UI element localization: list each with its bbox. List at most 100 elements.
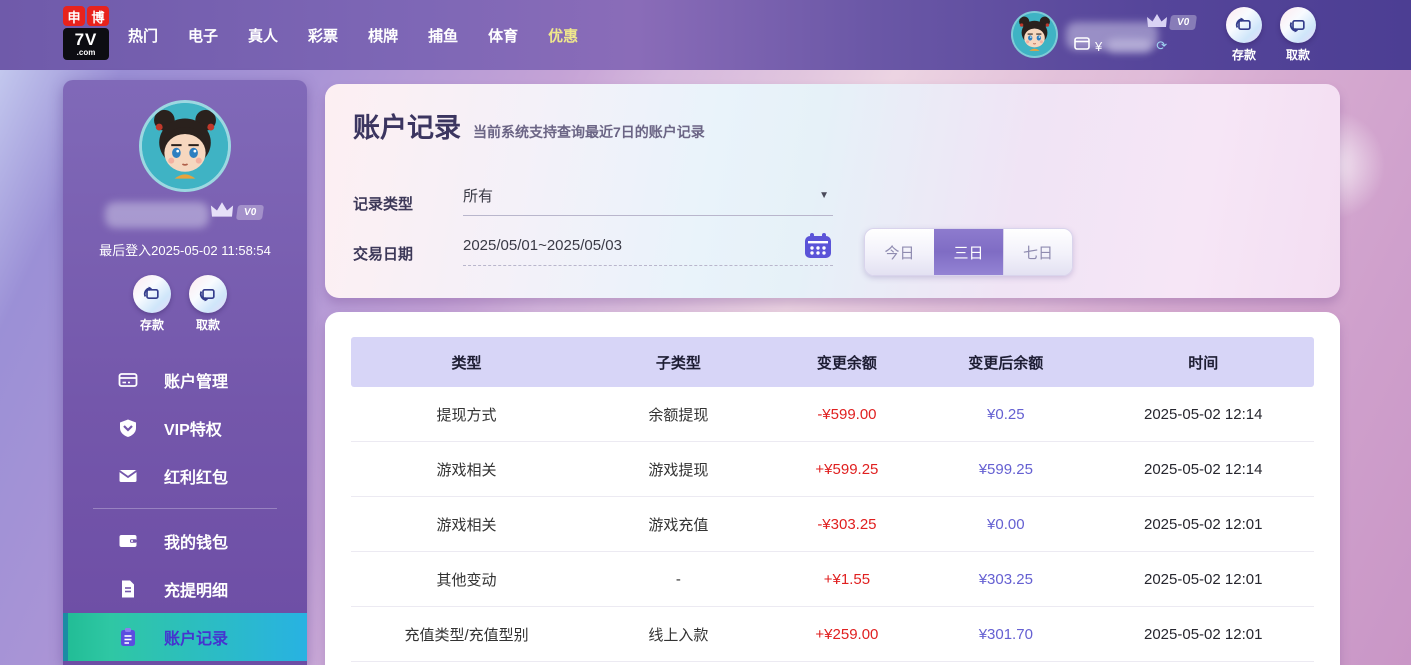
- chevron-down-icon[interactable]: ▼: [819, 190, 829, 201]
- wallet-icon: [118, 531, 138, 551]
- sidebar-divider: [93, 508, 277, 509]
- deposit-button[interactable]: 存款: [133, 275, 171, 333]
- logo-tld: .com: [63, 49, 109, 57]
- table-row: 充值类型/充值型别线上入款+¥259.00¥301.702025-05-02 1…: [351, 607, 1314, 662]
- clipboard-icon: [118, 627, 138, 647]
- cell-type: 游戏相关: [351, 459, 582, 480]
- table-body: 提现方式余额提现-¥599.00¥0.252025-05-02 12:14游戏相…: [351, 387, 1314, 662]
- sidebar-item-deposit-withdraw-details[interactable]: 充提明细: [63, 565, 307, 613]
- cell-subtype: 游戏提现: [582, 459, 775, 480]
- wallet-icon: [1074, 37, 1090, 55]
- date-range-label: 交易日期: [353, 243, 413, 264]
- record-type-value: 所有: [463, 185, 819, 206]
- cell-subtype: 余额提现: [582, 404, 775, 425]
- withdraw-label: 取款: [196, 316, 220, 333]
- table-row: 游戏相关游戏提现+¥599.25¥599.252025-05-02 12:14: [351, 442, 1314, 497]
- cell-type: 提现方式: [351, 404, 582, 425]
- sidebar-item-account-management[interactable]: 账户管理: [63, 356, 307, 404]
- cell-time: 2025-05-02 12:14: [1092, 461, 1313, 478]
- column-header: 子类型: [582, 352, 775, 373]
- page-subtitle: 当前系统支持查询最近7日的账户记录: [473, 122, 705, 142]
- record-type-select[interactable]: 所有 ▼: [463, 176, 833, 216]
- cell-balance-after: ¥301.70: [919, 626, 1092, 643]
- cell-type: 其他变动: [351, 569, 582, 590]
- date-range-value: 2025/05/01~2025/05/03: [463, 237, 803, 254]
- logo-char-2: 博: [87, 6, 109, 26]
- deposit-button[interactable]: 存款: [1226, 7, 1262, 63]
- nav-item-lottery[interactable]: 彩票: [308, 25, 338, 46]
- cell-change-amount: -¥303.25: [775, 516, 919, 533]
- cell-time: 2025-05-02 12:01: [1092, 626, 1313, 643]
- cell-subtype: 游戏充值: [582, 514, 775, 535]
- range-button-三日[interactable]: 三日: [934, 229, 1003, 275]
- vip-shield-icon: [118, 418, 138, 438]
- page-title: 账户记录: [353, 106, 461, 145]
- withdraw-icon[interactable]: [189, 275, 227, 313]
- refresh-icon[interactable]: ⟳: [1156, 38, 1167, 54]
- nav-item-live[interactable]: 真人: [248, 25, 278, 46]
- cell-balance-after: ¥0.00: [919, 516, 1092, 533]
- sidebar-menu: 账户管理 VIP特权红利红包我的钱包充提明细账户记录: [63, 356, 307, 661]
- balance-blurred: [1107, 39, 1151, 53]
- vip-level-tag: V0: [1169, 15, 1197, 30]
- wallet-balance[interactable]: ¥ ⟳: [1074, 37, 1167, 55]
- table-row: 游戏相关游戏充值-¥303.25¥0.002025-05-02 12:01: [351, 497, 1314, 552]
- sidebar-item-label: VIP特权: [164, 416, 222, 440]
- range-button-七日[interactable]: 七日: [1003, 229, 1072, 275]
- username-blurred: [105, 202, 209, 228]
- sidebar-item-my-wallet[interactable]: 我的钱包: [63, 517, 307, 565]
- vip-badge: V0: [209, 200, 263, 220]
- withdraw-button[interactable]: 取款: [1280, 7, 1316, 63]
- table-row: 提现方式余额提现-¥599.00¥0.252025-05-02 12:14: [351, 387, 1314, 442]
- withdraw-icon[interactable]: [1280, 7, 1316, 43]
- cell-type: 充值类型/充值型别: [351, 624, 582, 645]
- calendar-icon[interactable]: [803, 232, 833, 260]
- cell-change-amount: +¥599.25: [775, 461, 919, 478]
- vip-badge: V0: [1146, 12, 1196, 30]
- filter-panel: 账户记录 当前系统支持查询最近7日的账户记录 记录类型 所有 ▼ 交易日期 20…: [325, 84, 1340, 298]
- nav-item-sports[interactable]: 体育: [488, 25, 518, 46]
- sidebar: V0 最后登入2025-05-02 11:58:54 存款 取款 账户管理VIP…: [63, 80, 307, 665]
- cell-balance-after: ¥0.25: [919, 406, 1092, 423]
- envelope-icon: [118, 466, 138, 486]
- column-header: 类型: [351, 352, 582, 373]
- vip-level-tag: V0: [236, 205, 264, 220]
- range-button-今日[interactable]: 今日: [865, 229, 934, 275]
- crown-icon: [1146, 12, 1168, 30]
- cell-time: 2025-05-02 12:14: [1092, 406, 1313, 423]
- card-icon: [118, 370, 138, 390]
- nav-item-cards[interactable]: 棋牌: [368, 25, 398, 46]
- cell-time: 2025-05-02 12:01: [1092, 571, 1313, 588]
- deposit-label: 存款: [1232, 46, 1256, 63]
- withdraw-label: 取款: [1286, 46, 1310, 63]
- deposit-icon[interactable]: [133, 275, 171, 313]
- sidebar-item-label: 充提明细: [164, 577, 228, 601]
- top-nav: 申 博 7V .com 热门 电子 真人 彩票 棋牌 捕鱼 体育 优惠 V0: [0, 0, 1411, 70]
- avatar[interactable]: [1011, 11, 1058, 58]
- nav-item-slots[interactable]: 电子: [188, 25, 218, 46]
- nav-item-fishing[interactable]: 捕鱼: [428, 25, 458, 46]
- sidebar-item-account-records[interactable]: 账户记录: [63, 613, 307, 661]
- sidebar-item-vip-privileges[interactable]: VIP特权: [63, 404, 307, 452]
- table-row: 其他变动-+¥1.55¥303.252025-05-02 12:01: [351, 552, 1314, 607]
- deposit-icon[interactable]: [1226, 7, 1262, 43]
- withdraw-button[interactable]: 取款: [189, 275, 227, 333]
- date-range-input[interactable]: 2025/05/01~2025/05/03: [463, 226, 833, 266]
- logo-main: 7V: [63, 31, 109, 48]
- avatar[interactable]: [139, 100, 231, 192]
- sidebar-item-label: 红利红包: [164, 464, 228, 488]
- cell-subtype: 线上入款: [582, 624, 775, 645]
- deposit-label: 存款: [140, 316, 164, 333]
- date-range-segmented: 今日三日七日: [864, 228, 1073, 276]
- cell-subtype: -: [582, 571, 775, 588]
- site-logo[interactable]: 申 博 7V .com: [63, 6, 109, 62]
- cell-change-amount: +¥1.55: [775, 571, 919, 588]
- crown-icon: [209, 200, 235, 220]
- cell-change-amount: +¥259.00: [775, 626, 919, 643]
- nav-item-hot[interactable]: 热门: [128, 25, 158, 46]
- sidebar-item-bonus-redpacket[interactable]: 红利红包: [63, 452, 307, 500]
- nav-item-promos[interactable]: 优惠: [548, 25, 578, 46]
- top-nav-menu: 热门 电子 真人 彩票 棋牌 捕鱼 体育 优惠: [128, 0, 578, 70]
- column-header: 变更余额: [775, 352, 919, 373]
- column-header: 变更后余额: [919, 352, 1092, 373]
